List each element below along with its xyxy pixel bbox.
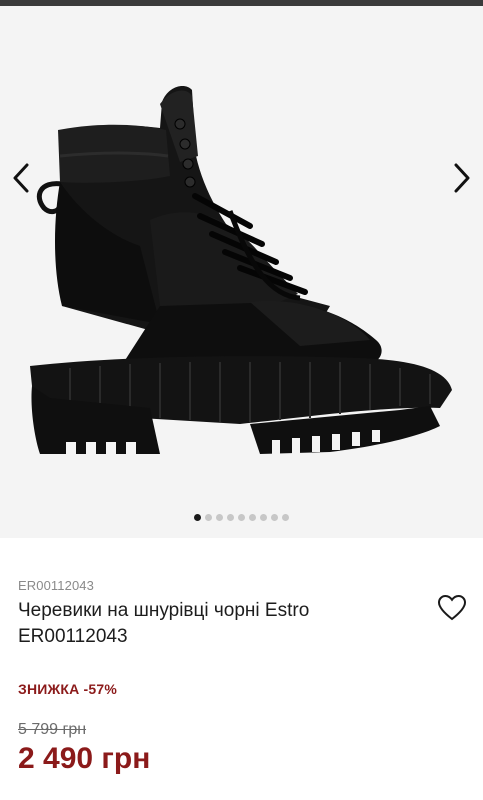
new-price: 2 490 грн bbox=[18, 742, 151, 775]
discount-label: ЗНИЖКА -57% bbox=[18, 681, 118, 697]
product-gallery[interactable] bbox=[0, 6, 483, 538]
chevron-left-icon bbox=[13, 163, 29, 193]
product-image bbox=[30, 86, 452, 454]
pagination-dot[interactable] bbox=[205, 514, 212, 521]
gallery-pagination bbox=[0, 514, 483, 524]
pagination-dot[interactable] bbox=[271, 514, 278, 521]
heart-outline-icon bbox=[437, 594, 467, 621]
pagination-dot[interactable] bbox=[238, 514, 245, 521]
pagination-dot[interactable] bbox=[282, 514, 289, 521]
product-title: Черевики на шнурівці чорні Estro ER00112… bbox=[18, 600, 310, 647]
pagination-dot[interactable] bbox=[194, 514, 201, 521]
pagination-dot[interactable] bbox=[227, 514, 234, 521]
product-sku: ER00112043 bbox=[18, 578, 94, 593]
favorite-button[interactable] bbox=[437, 594, 467, 622]
pagination-dot[interactable] bbox=[216, 514, 223, 521]
chevron-right-icon bbox=[454, 163, 470, 193]
gallery-prev-button[interactable] bbox=[4, 154, 38, 202]
old-price: 5 799 грн bbox=[18, 721, 87, 738]
product-info: ER00112043 Черевики на шнурівці чорні Es… bbox=[0, 538, 483, 800]
pagination-dot[interactable] bbox=[249, 514, 256, 521]
gallery-next-button[interactable] bbox=[445, 154, 479, 202]
pagination-dot[interactable] bbox=[260, 514, 267, 521]
